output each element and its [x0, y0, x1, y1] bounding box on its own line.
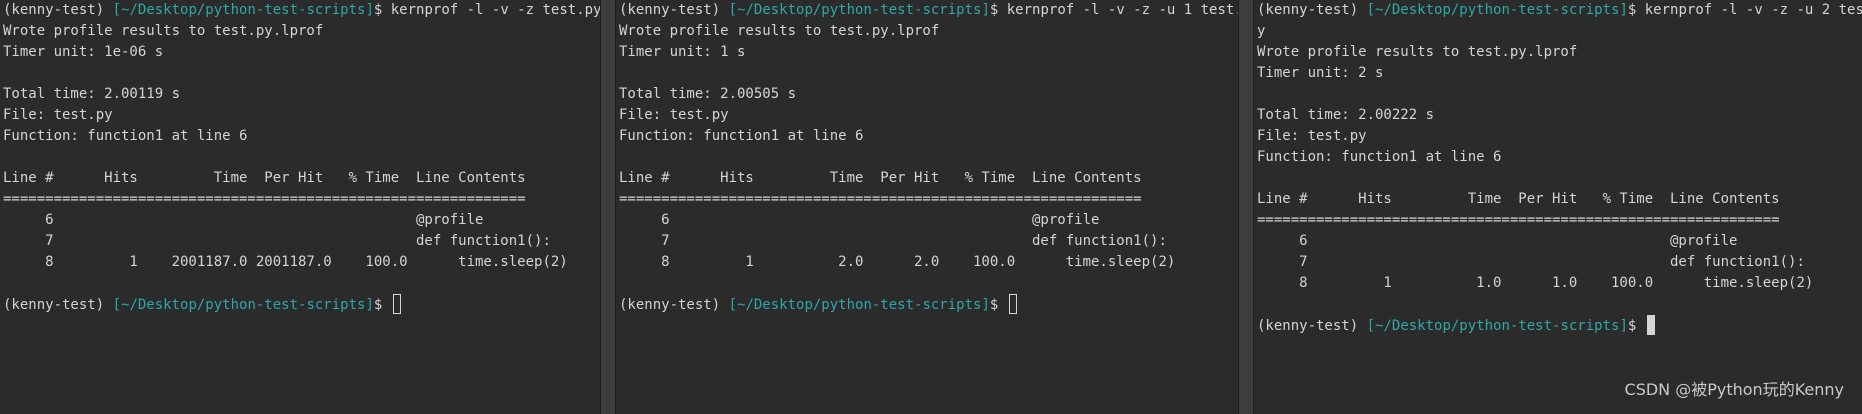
output-line: Wrote profile results to test.py.lprof [619, 23, 940, 39]
output-line: Wrote profile results to test.py.lprof [3, 23, 324, 39]
command-line: (kenny-test) [~/Desktop/python-test-scri… [3, 0, 600, 21]
text-cursor [1008, 294, 1017, 314]
prompt-path: [~/Desktop/python-test-scripts] [112, 297, 374, 313]
terminal-pane-2[interactable]: (kenny-test) [~/Desktop/python-test-scri… [616, 0, 1238, 414]
table-header: Line # Hits Time Per Hit % Time Line Con… [3, 170, 526, 186]
table-row: 8 1 2001187.0 2001187.0 100.0 time.sleep… [3, 254, 568, 270]
prompt-line[interactable]: (kenny-test) [~/Desktop/python-test-scri… [619, 294, 1238, 315]
command-line: (kenny-test) [~/Desktop/python-test-scri… [619, 0, 1238, 21]
table-row: 8 1 1.0 1.0 100.0 time.sleep(2) [1257, 275, 1814, 291]
pane-divider[interactable] [600, 0, 616, 414]
terminal-pane-3[interactable]: (kenny-test) [~/Desktop/python-test-scri… [1254, 0, 1862, 414]
prompt-line[interactable]: (kenny-test) [~/Desktop/python-test-scri… [1257, 315, 1862, 336]
output-line: File: test.py [1257, 128, 1367, 144]
prompt-sign: $ [373, 297, 383, 313]
command-text: kernprof -l -v -z -u 2 test.p [1644, 2, 1862, 18]
prompt-sign: $ [1627, 318, 1637, 334]
output-line: File: test.py [3, 107, 113, 123]
table-row: 8 1 2.0 2.0 100.0 time.sleep(2) [619, 254, 1176, 270]
table-row: 6 @profile [3, 212, 484, 228]
command-text: kernprof -l -v -z test.py [382, 2, 600, 18]
output-line: Total time: 2.00119 s [3, 86, 181, 102]
prompt-env: (kenny-test) [1257, 318, 1359, 334]
prompt-path: [~/Desktop/python-test-scripts] [728, 2, 990, 18]
output-line: Wrote profile results to test.py.lprof [1257, 44, 1578, 60]
output-line: Function: function1 at line 6 [1257, 149, 1502, 165]
watermark: CSDN @被Python玩的Kenny [1624, 380, 1844, 399]
output-line: Total time: 2.00505 s [619, 86, 797, 102]
table-header: Line # Hits Time Per Hit % Time Line Con… [1257, 191, 1780, 207]
text-cursor [1646, 315, 1655, 335]
prompt-line[interactable]: (kenny-test) [~/Desktop/python-test-scri… [3, 294, 600, 315]
output-line: Timer unit: 1e-06 s [3, 44, 164, 60]
output-line: Function: function1 at line 6 [3, 128, 248, 144]
table-row: 7 def function1(): [1257, 254, 1805, 270]
table-separator: ========================================… [3, 191, 526, 207]
command-text: kernprof -l -v -z -u 1 test.py [998, 2, 1238, 18]
output-line: Timer unit: 2 s [1257, 65, 1384, 81]
prompt-env: (kenny-test) [619, 2, 721, 18]
prompt-path: [~/Desktop/python-test-scripts] [1366, 2, 1628, 18]
prompt-path: [~/Desktop/python-test-scripts] [112, 2, 374, 18]
output-line: Function: function1 at line 6 [619, 128, 864, 144]
table-row: 6 @profile [619, 212, 1100, 228]
output-line: Total time: 2.00222 s [1257, 107, 1435, 123]
prompt-env: (kenny-test) [3, 297, 105, 313]
prompt-path: [~/Desktop/python-test-scripts] [1366, 318, 1628, 334]
output-line: Timer unit: 1 s [619, 44, 746, 60]
table-row: 6 @profile [1257, 233, 1738, 249]
table-row: 7 def function1(): [619, 233, 1167, 249]
table-row: 7 def function1(): [3, 233, 551, 249]
pane-divider[interactable] [1238, 0, 1254, 414]
prompt-path: [~/Desktop/python-test-scripts] [728, 297, 990, 313]
text-cursor [392, 294, 401, 314]
output-line: y [1257, 23, 1266, 39]
terminal-pane-1[interactable]: (kenny-test) [~/Desktop/python-test-scri… [0, 0, 600, 414]
output-line: File: test.py [619, 107, 729, 123]
table-header: Line # Hits Time Per Hit % Time Line Con… [619, 170, 1142, 186]
command-line: (kenny-test) [~/Desktop/python-test-scri… [1257, 0, 1862, 21]
prompt-sign: $ [989, 297, 999, 313]
prompt-env: (kenny-test) [1257, 2, 1359, 18]
table-separator: ========================================… [619, 191, 1142, 207]
table-separator: ========================================… [1257, 212, 1780, 228]
prompt-env: (kenny-test) [619, 297, 721, 313]
prompt-env: (kenny-test) [3, 2, 105, 18]
